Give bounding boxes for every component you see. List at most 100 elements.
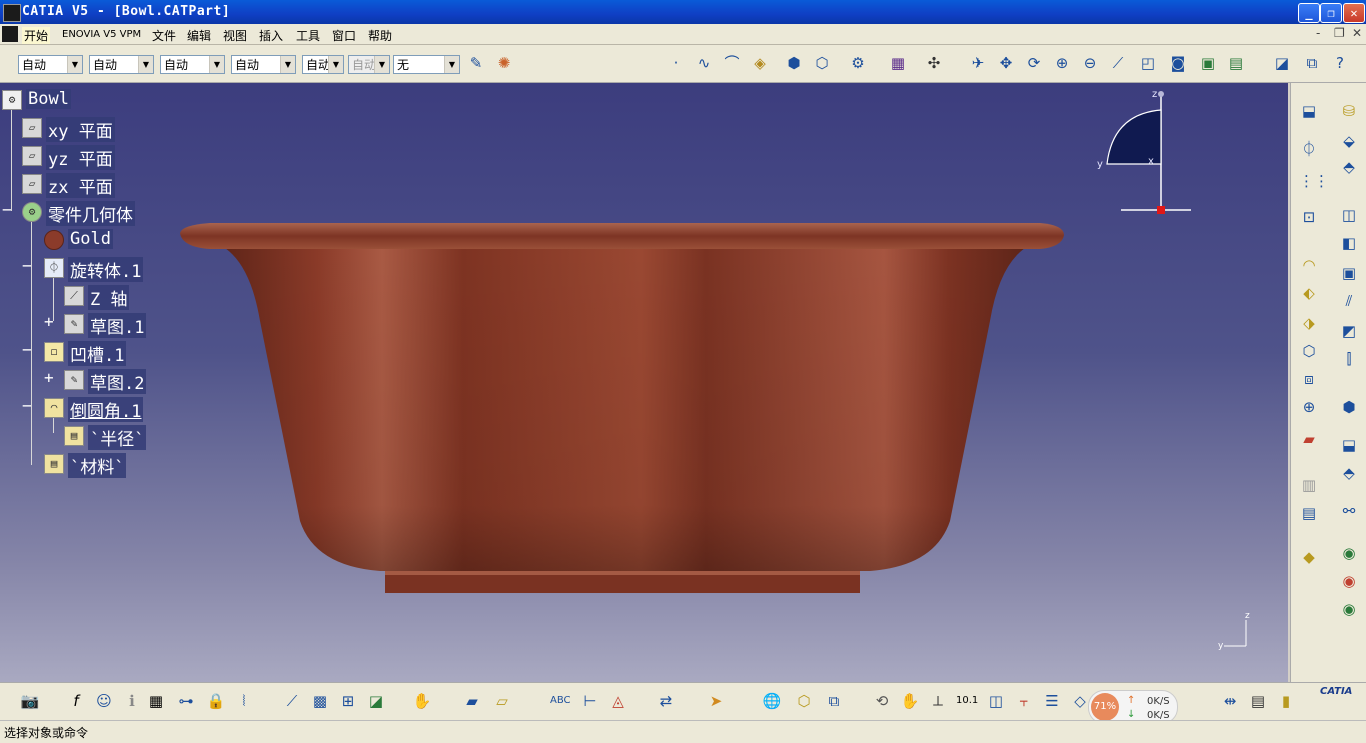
normal-view-icon[interactable]: ⟋ <box>1108 53 1128 73</box>
scan-icon[interactable]: ⬡ <box>794 691 814 711</box>
point-icon[interactable]: · <box>666 53 686 73</box>
fillet-icon[interactable]: ◠ <box>1299 255 1319 275</box>
measure-between-icon[interactable]: ⇄ <box>656 691 676 711</box>
resize-icon[interactable]: ⇹ <box>1220 691 1240 711</box>
comment-icon[interactable]: ☺ <box>94 691 114 711</box>
link-icon[interactable]: ⚯ <box>1339 501 1359 521</box>
swap-icon[interactable]: ✣ <box>924 53 944 73</box>
render-style-icon[interactable]: ◙ <box>1168 53 1188 73</box>
3d-viewport[interactable]: ⚙ Bowl ▱ xy 平面 ▱ yz 平面 ▱ zx 平面 − ⚙ 零件几何体… <box>0 83 1288 682</box>
chamfer-icon[interactable]: ⬖ <box>1299 283 1319 303</box>
restore-button[interactable]: ❐ <box>1320 3 1342 23</box>
layers-icon[interactable]: ◪ <box>366 691 386 711</box>
swap-visible-icon[interactable]: ▤ <box>1226 53 1246 73</box>
datum-icon[interactable]: ◬ <box>608 691 628 711</box>
arc-icon[interactable]: ⌒ <box>722 53 742 73</box>
compass-red-handle[interactable] <box>1157 206 1165 214</box>
menu-help[interactable]: 帮助 <box>368 27 392 44</box>
annotation-icon[interactable]: ▤ <box>1299 503 1319 523</box>
sketcher-plane-icon[interactable]: ▩ <box>310 691 330 711</box>
help-icon[interactable]: ? <box>1330 53 1350 73</box>
close-button[interactable]: ✕ <box>1343 3 1365 23</box>
update-icon[interactable]: ◉ <box>1339 599 1359 619</box>
lock-icon[interactable]: 🔒 <box>206 691 226 711</box>
axis-tool-icon[interactable]: ⟂ <box>928 691 948 711</box>
collapse-icon[interactable]: − <box>22 396 32 415</box>
grid-tool-icon[interactable]: ⊞ <box>338 691 358 711</box>
hide-show-icon[interactable]: ▣ <box>1198 53 1218 73</box>
menu-enovia[interactable]: ENOVIA V5 VPM <box>62 29 141 40</box>
rib-icon[interactable]: ⬙ <box>1339 131 1359 151</box>
boolean-icon[interactable]: ▰ <box>1299 429 1319 449</box>
shaft-icon[interactable]: ⏀ <box>1299 139 1319 159</box>
units-icon[interactable]: 10.1 <box>956 691 978 711</box>
chevron-down-icon[interactable]: ▼ <box>138 56 153 73</box>
draft-icon[interactable]: ⫽ <box>1339 291 1359 311</box>
scale-icon[interactable]: ⊡ <box>1299 207 1319 227</box>
camera-icon[interactable]: 📷 <box>20 691 40 711</box>
cylinder-icon[interactable]: ⛁ <box>1339 101 1359 121</box>
print-icon[interactable]: ▤ <box>1248 691 1268 711</box>
cycle-icon[interactable]: ⟲ <box>872 691 892 711</box>
zoom-out-icon[interactable]: ⊖ <box>1080 53 1100 73</box>
mdi-close-button[interactable]: ✕ <box>1352 26 1362 40</box>
menu-start[interactable]: 开始 <box>22 27 51 44</box>
target-icon[interactable]: ⊕ <box>1299 397 1319 417</box>
assemble-icon[interactable]: ⬓ <box>1339 435 1359 455</box>
network-monitor[interactable]: 71% ↑ 0K/S ↓ 0K/S <box>1088 690 1178 724</box>
formula-icon[interactable]: f <box>66 691 86 711</box>
thread-icon[interactable]: ⫿ <box>1339 349 1359 369</box>
collapse-icon[interactable]: − <box>22 340 32 359</box>
chevron-down-icon[interactable]: ▼ <box>280 56 295 73</box>
menu-file[interactable]: 文件 <box>152 27 176 44</box>
split-icon[interactable]: ⬡ <box>1299 341 1319 361</box>
document-icon[interactable] <box>2 26 18 42</box>
fly-icon[interactable]: ✈ <box>968 53 988 73</box>
sketch-frame-icon[interactable]: ◫ <box>1339 205 1359 225</box>
collapse-icon[interactable]: − <box>2 200 12 219</box>
structure-icon[interactable]: ⊶ <box>176 691 196 711</box>
mdi-minimize-button[interactable]: - <box>1316 26 1320 40</box>
catalog-icon[interactable]: ⧉ <box>824 691 844 711</box>
dimension-icon[interactable]: ⊢ <box>580 691 600 711</box>
constraint-icon[interactable]: ◉ <box>1339 543 1359 563</box>
chevron-down-icon[interactable]: ▼ <box>67 56 82 73</box>
menu-edit[interactable]: 编辑 <box>187 27 211 44</box>
solid-combine-icon[interactable]: ⬘ <box>1339 157 1359 177</box>
spline-icon[interactable]: ∿ <box>694 53 714 73</box>
examine-icon[interactable]: ⬡ <box>812 53 832 73</box>
rotate-icon[interactable]: ⟳ <box>1024 53 1044 73</box>
shell-icon[interactable]: ▣ <box>1339 263 1359 283</box>
fly-mode-icon[interactable]: ⬢ <box>784 53 804 73</box>
analysis-check-icon[interactable]: ◉ <box>1339 571 1359 591</box>
menu-insert[interactable]: 插入 <box>259 27 283 44</box>
chevron-down-icon[interactable]: ▼ <box>209 56 224 73</box>
painter-icon[interactable]: ✎ <box>466 53 486 73</box>
properties-icon[interactable]: ✺ <box>494 53 514 73</box>
battery-icon[interactable]: ▮ <box>1276 691 1296 711</box>
bowl-model[interactable] <box>180 221 1070 596</box>
sketcher-icon[interactable]: ◪ <box>1272 53 1292 73</box>
hand-tool-icon[interactable]: ✋ <box>412 691 432 711</box>
cube-icon[interactable]: ◩ <box>1339 321 1359 341</box>
axis-system-icon[interactable]: ⟋ <box>282 691 302 711</box>
abc-text-icon[interactable]: ABC <box>550 691 571 711</box>
pan-icon[interactable]: ✥ <box>996 53 1016 73</box>
chevron-down-icon[interactable]: ▼ <box>328 56 343 73</box>
select-arrow-icon[interactable]: ➤ <box>706 691 726 711</box>
expand-icon[interactable]: + <box>44 368 54 387</box>
pattern-icon[interactable]: ⋮⋮ <box>1299 171 1329 191</box>
menu-view[interactable]: 视图 <box>223 27 247 44</box>
minimize-button[interactable]: _ <box>1298 3 1320 23</box>
union-trim-icon[interactable]: ⬘ <box>1339 463 1359 483</box>
relations-icon[interactable]: ⦚ <box>234 691 254 711</box>
design-table-icon[interactable]: ▦ <box>146 691 166 711</box>
layer-combo[interactable]: 无 ▼ <box>393 55 460 74</box>
multi-view-icon[interactable]: ◫ <box>986 691 1006 711</box>
expand-icon[interactable]: + <box>44 312 54 331</box>
apply-material-icon[interactable]: ◆ <box>1299 547 1319 567</box>
analysis-icon[interactable]: ⚙ <box>848 53 868 73</box>
thickness-face-icon[interactable]: ⬗ <box>1299 313 1319 333</box>
mdi-restore-button[interactable]: ❐ <box>1334 26 1345 40</box>
menu-tools[interactable]: 工具 <box>296 27 320 44</box>
